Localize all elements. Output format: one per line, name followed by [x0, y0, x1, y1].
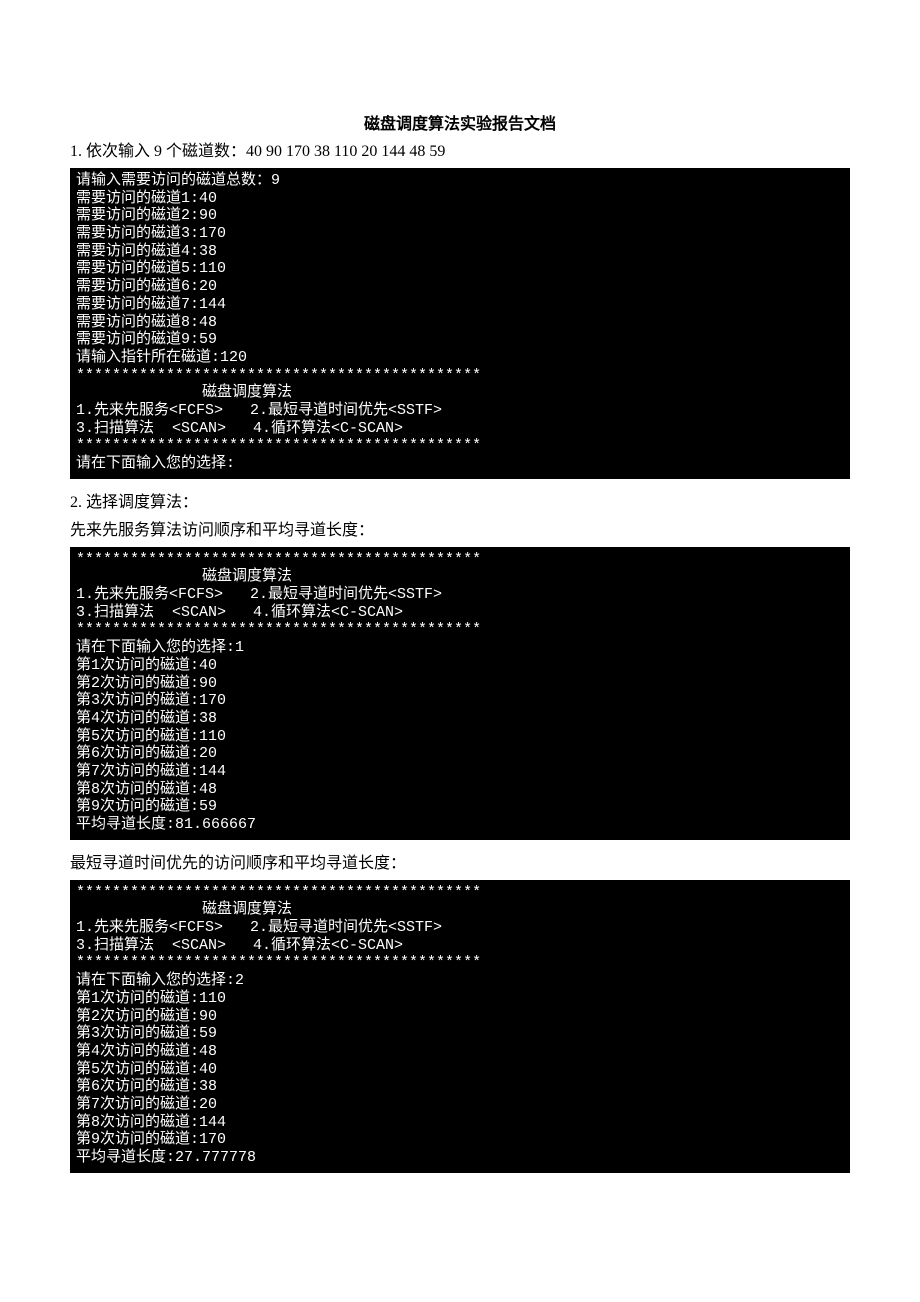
step2-text: 2. 选择调度算法：: [70, 491, 850, 515]
step1-text: 1. 依次输入 9 个磁道数：40 90 170 38 110 20 144 4…: [70, 140, 850, 164]
console-output-fcfs: ****************************************…: [70, 547, 850, 840]
fcfs-description: 先来先服务算法访问顺序和平均寻道长度：: [70, 519, 850, 543]
console-output-input: 请输入需要访问的磁道总数：9 需要访问的磁道1:40 需要访问的磁道2:90 需…: [70, 168, 850, 479]
document-page: 磁盘调度算法实验报告文档 1. 依次输入 9 个磁道数：40 90 170 38…: [70, 110, 850, 1173]
document-title: 磁盘调度算法实验报告文档: [70, 110, 850, 134]
console-output-sstf: ****************************************…: [70, 880, 850, 1173]
sstf-description: 最短寻道时间优先的访问顺序和平均寻道长度：: [70, 852, 850, 876]
